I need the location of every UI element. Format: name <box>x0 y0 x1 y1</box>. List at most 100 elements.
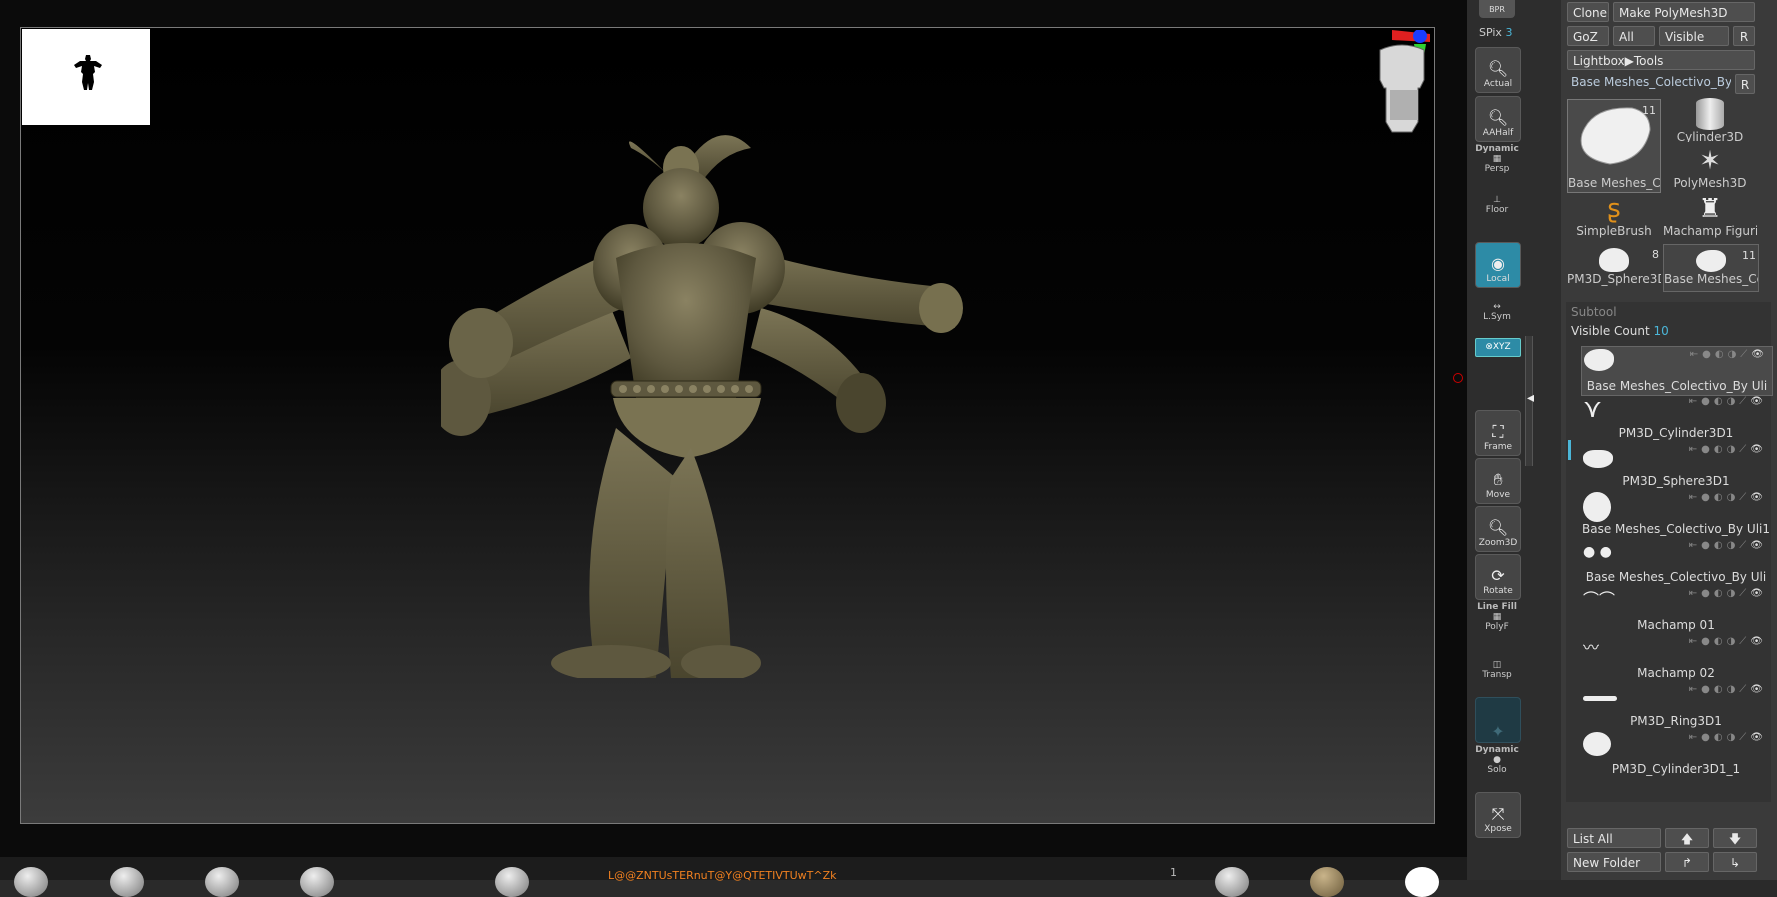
spix-value: 3 <box>1505 26 1513 39</box>
ghost-button[interactable]: ✦ <box>1475 697 1521 743</box>
lightbox-tools-button[interactable]: Lightbox▶Tools <box>1567 50 1755 70</box>
tool-slot-1[interactable]: Cylinder3D <box>1663 96 1757 142</box>
tool-slot-5[interactable]: 8 PM3D_Sphere3D <box>1567 244 1661 290</box>
tool-slot-3[interactable]: ʂ SimpleBrush <box>1567 194 1661 240</box>
aahalf-button[interactable]: 🔍︎ AAHalf <box>1475 96 1521 142</box>
subtool-toggle-icons[interactable]: ⇤●◐◑⟋👁︎ <box>1689 444 1767 455</box>
eye-icon[interactable]: 👁︎ <box>1750 684 1767 695</box>
brush-sphere-icon[interactable] <box>110 867 144 897</box>
subtool-name: PM3D_Ring3D1 <box>1630 714 1722 728</box>
tool-slot-4[interactable]: ♜ Machamp Figurin <box>1663 194 1757 240</box>
material-sphere-icon[interactable] <box>1310 867 1344 897</box>
eye-icon[interactable]: 👁︎ <box>1750 636 1767 647</box>
list-all-button[interactable]: List All <box>1567 828 1661 848</box>
subtool-row[interactable]: ⋎ ⇤●◐◑⟋👁︎ PM3D_Cylinder3D1 <box>1581 394 1771 442</box>
subtool-toggle-icons[interactable]: ⇤●◐◑⟋👁︎ <box>1689 588 1767 599</box>
machamp-model[interactable] <box>441 108 981 678</box>
new-folder-button[interactable]: New Folder <box>1567 852 1661 872</box>
navigation-cube[interactable] <box>1280 30 1430 160</box>
move-down-button[interactable]: 🡇 <box>1713 828 1757 848</box>
subtool-row[interactable]: ● ● ⇤●◐◑⟋👁︎ Base Meshes_Colectivo_By Uli <box>1581 538 1771 586</box>
curve-subtool-icon: 〰 <box>1583 638 1600 657</box>
subtool-row[interactable]: ⇤●◐◑⟋👁︎ PM3D_Sphere3D1 <box>1581 442 1771 490</box>
subtool-toggle-icons[interactable]: ⇤●◐◑⟋👁︎ <box>1689 732 1767 743</box>
all-button[interactable]: All <box>1613 26 1655 46</box>
eye-icon[interactable]: 👁︎ <box>1750 540 1767 551</box>
redo-arrow-button[interactable]: ↱ <box>1665 852 1709 872</box>
tool-label: PM3D_Sphere3D <box>1567 272 1661 286</box>
move-up-button[interactable]: 🡅 <box>1665 828 1709 848</box>
subtool-title[interactable]: Subtool <box>1571 305 1617 319</box>
xpose-button[interactable]: ⤧ Xpose <box>1475 792 1521 838</box>
subtool-row[interactable]: ⇤●◐◑⟋👁︎ PM3D_Ring3D1 <box>1581 682 1771 730</box>
make-polymesh-button[interactable]: Make PolyMesh3D <box>1613 2 1755 22</box>
subtool-row[interactable]: ⇤●◐◑⟋👁︎ PM3D_Cylinder3D1_1 <box>1581 730 1771 778</box>
document-canvas[interactable] <box>0 0 1467 857</box>
collapse-arrow-icon[interactable]: ◂ <box>1527 390 1534 406</box>
solo-icon: ● <box>1493 755 1501 765</box>
subtool-toggle-icons[interactable]: ⇤●◐◑⟋👁︎ <box>1689 684 1767 695</box>
clone-button[interactable]: Clone <box>1567 2 1609 22</box>
subtool-row[interactable]: ⌒⌒ ⇤●◐◑⟋👁︎ Machamp 01 <box>1581 586 1771 634</box>
visible-count-slider[interactable]: Visible Count 10 <box>1571 324 1669 338</box>
visible-count-label: Visible Count <box>1571 324 1650 338</box>
subtool-scrollbar[interactable] <box>1568 440 1571 460</box>
eye-icon[interactable]: 👁︎ <box>1750 396 1767 407</box>
visible-button[interactable]: Visible <box>1659 26 1729 46</box>
enter-arrow-button[interactable]: ↳ <box>1713 852 1757 872</box>
solo-label: Solo <box>1487 765 1507 775</box>
tool-slot-0[interactable]: 11 Base Meshes_Co <box>1567 99 1661 193</box>
bpr-button[interactable]: BPR <box>1479 0 1515 18</box>
subtool-toggle-icons[interactable]: ⇤●◐◑⟋👁︎ <box>1690 349 1768 360</box>
brush-sphere-icon[interactable] <box>300 867 334 897</box>
tool-slot-6[interactable]: 11 Base Meshes_Co <box>1663 244 1759 292</box>
brush-sphere-icon[interactable] <box>14 867 48 897</box>
eye-icon[interactable]: 👁︎ <box>1750 732 1767 743</box>
tool-label: Base Meshes_Co <box>1664 272 1759 286</box>
eye-icon[interactable]: 👁︎ <box>1750 492 1767 503</box>
rotate-button[interactable]: ⟳ Rotate <box>1475 554 1521 600</box>
subtool-name: PM3D_Sphere3D1 <box>1622 474 1730 488</box>
subtool-row[interactable]: ⇤●◐◑⟋👁︎ Base Meshes_Colectivo_By Uli <box>1581 346 1773 396</box>
actual-button[interactable]: 🔍︎ Actual <box>1475 47 1521 93</box>
floor-button[interactable]: ⊥ Floor <box>1467 195 1527 215</box>
r-button[interactable]: R <box>1733 26 1755 46</box>
tool-slot-2[interactable]: ✶ PolyMesh3D <box>1663 146 1757 192</box>
spix-setting[interactable]: SPix 3 <box>1479 26 1512 39</box>
subtool-row[interactable]: 〰 ⇤●◐◑⟋👁︎ Machamp 02 <box>1581 634 1771 682</box>
current-tool-r-button[interactable]: R <box>1735 74 1755 94</box>
ring-subtool-icon <box>1583 696 1617 701</box>
3d-viewport[interactable] <box>20 27 1435 824</box>
brush-sphere-icon[interactable] <box>495 867 529 897</box>
subtool-toggle-icons[interactable]: ⇤●◐◑⟋👁︎ <box>1689 636 1767 647</box>
subtool-toggle-icons[interactable]: ⇤●◐◑⟋👁︎ <box>1689 396 1767 407</box>
subtool-toggle-icons[interactable]: ⇤●◐◑⟋👁︎ <box>1689 540 1767 551</box>
material-sphere-icon[interactable] <box>1215 867 1249 897</box>
persp-button[interactable]: Dynamic ▦ Persp <box>1467 144 1527 174</box>
goz-button[interactable]: GoZ <box>1567 26 1609 46</box>
subtool-row[interactable]: ⇤●◐◑⟋👁︎ Base Meshes_Colectivo_By Uli1 <box>1581 490 1771 538</box>
local-button[interactable]: ◉ Local <box>1475 242 1521 288</box>
polyf-linefill-label: Line Fill <box>1477 602 1517 612</box>
transp-button[interactable]: ◫ Transp <box>1467 660 1527 680</box>
frame-label: Frame <box>1483 442 1513 452</box>
floor-label: Floor <box>1485 205 1509 215</box>
eye-icon[interactable]: 👁︎ <box>1750 444 1767 455</box>
frame-button[interactable]: ⛶ Frame <box>1475 410 1521 456</box>
head-subtool-icon <box>1583 492 1611 522</box>
navigator-thumbnail[interactable] <box>22 29 150 125</box>
lsym-button[interactable]: ↔ L.Sym <box>1467 302 1527 322</box>
subtool-toggle-icons[interactable]: ⇤●◐◑⟋👁︎ <box>1689 492 1767 503</box>
color-swatch-icon[interactable] <box>1405 867 1439 897</box>
xyz-button[interactable]: ⊗XYZ <box>1475 338 1521 357</box>
zoom3d-button[interactable]: 🔍︎ Zoom3D <box>1475 506 1521 552</box>
base-mesh-icon <box>1696 250 1726 272</box>
zoom-icon: 🔍︎ <box>1487 518 1509 537</box>
move-button[interactable]: ✋︎ Move <box>1475 458 1521 504</box>
xpose-icon: ⤧ <box>1491 804 1505 823</box>
solo-button[interactable]: Dynamic ● Solo <box>1467 745 1527 775</box>
eye-icon[interactable]: 👁︎ <box>1750 588 1767 599</box>
polyf-button[interactable]: Line Fill ▦ PolyF <box>1467 602 1527 632</box>
brush-sphere-icon[interactable] <box>205 867 239 897</box>
eye-icon[interactable]: 👁︎ <box>1751 349 1768 360</box>
